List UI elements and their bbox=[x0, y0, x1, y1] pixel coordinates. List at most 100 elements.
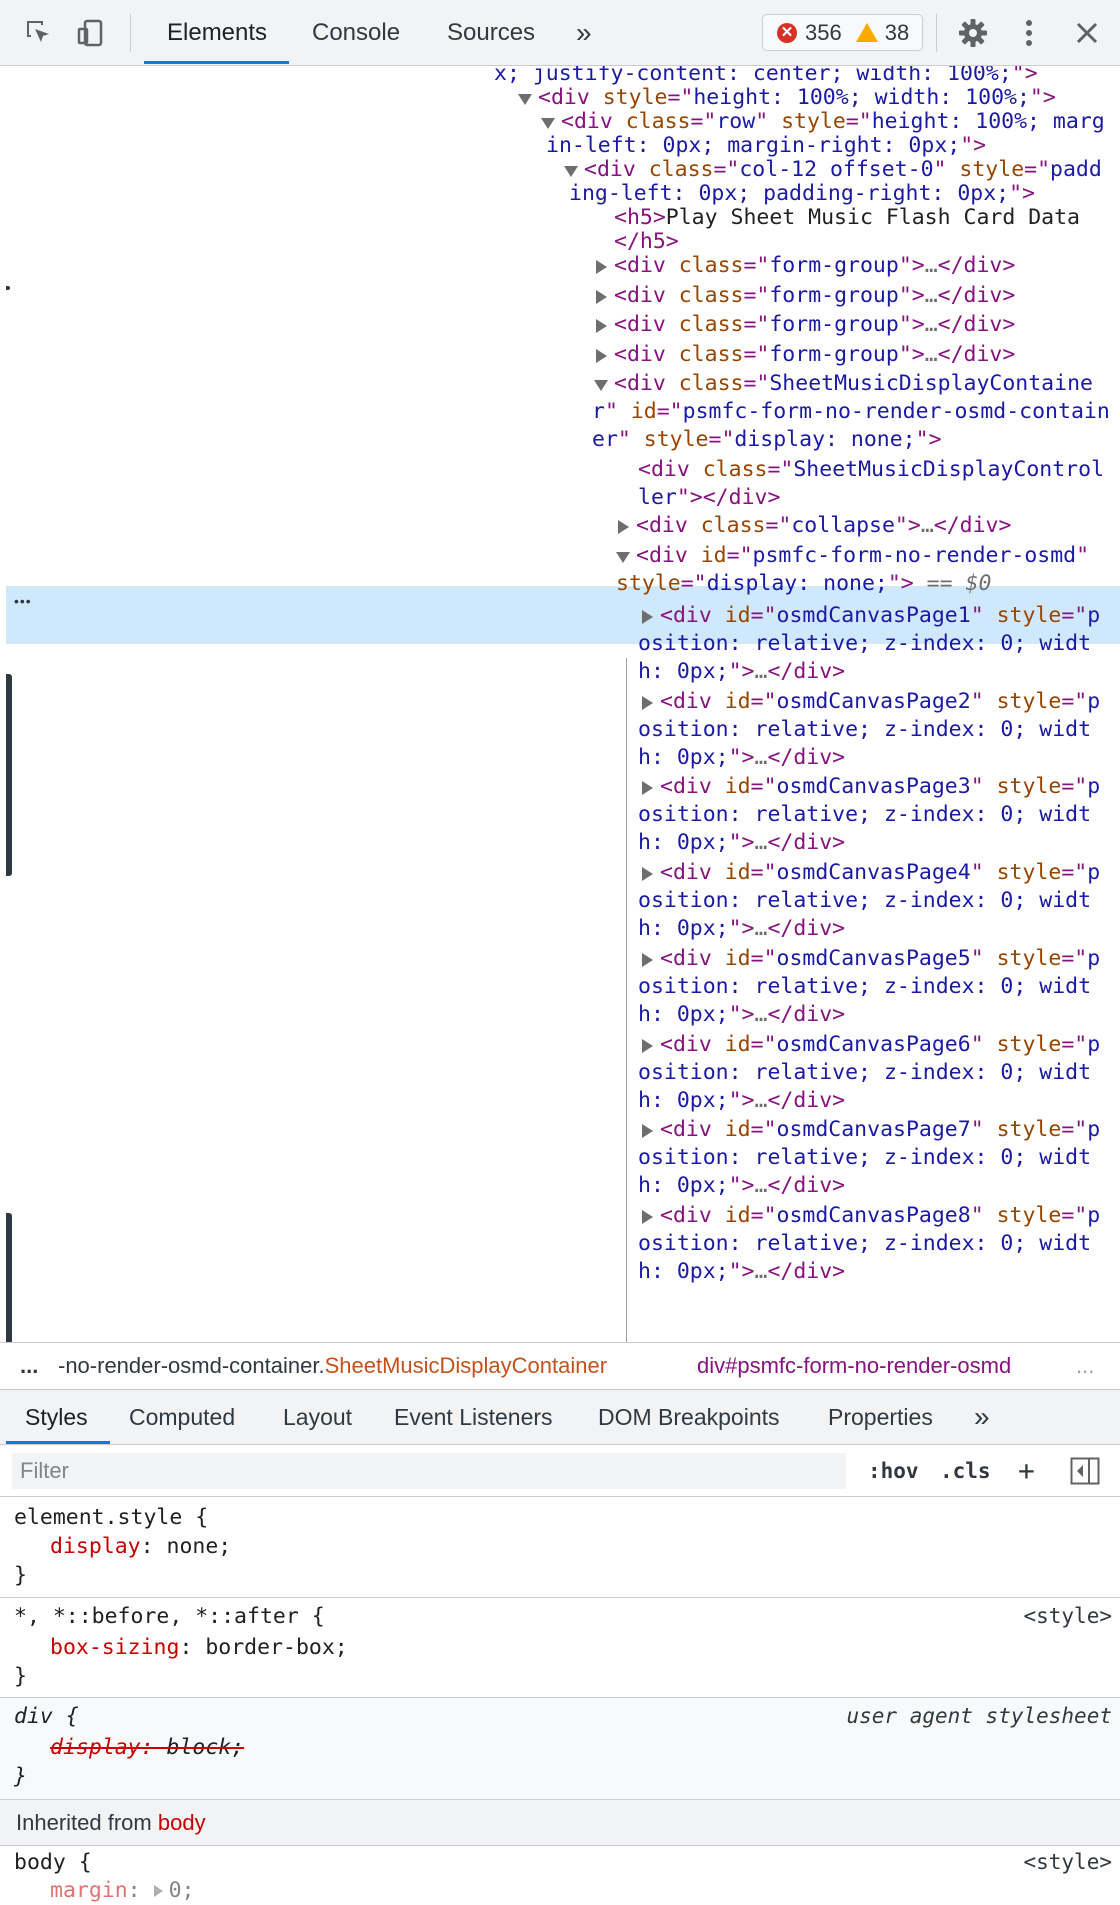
dom-node-line[interactable]: <div id="osmdCanvasPage1" style="p bbox=[6, 602, 1120, 631]
rule-source-link[interactable]: <style> bbox=[1023, 1848, 1112, 1877]
dom-node-line[interactable]: h: 0px;">…</div> bbox=[6, 744, 1120, 773]
inspect-icon[interactable] bbox=[20, 14, 58, 52]
dom-node-line[interactable]: <div id="osmdCanvasPage3" style="p bbox=[6, 773, 1120, 802]
dom-node-line[interactable]: r" id="psmfc-form-no-render-osmd-contain bbox=[6, 398, 1120, 427]
expand-arrow-icon[interactable] bbox=[642, 781, 653, 795]
tab-layout[interactable]: Layout bbox=[283, 1390, 352, 1444]
tab-event-listeners[interactable]: Event Listeners bbox=[394, 1390, 553, 1444]
style-rule-element[interactable]: element.style { display: none; } bbox=[0, 1497, 1120, 1598]
style-rule-user-agent[interactable]: div { user agent stylesheet display: blo… bbox=[0, 1698, 1120, 1800]
dom-node-line[interactable]: h: 0px;">…</div> bbox=[6, 1258, 1120, 1287]
expand-arrow-icon[interactable] bbox=[153, 1885, 163, 1897]
dom-node-line[interactable]: <div class="form-group">…</div> bbox=[6, 282, 1120, 311]
dom-node-line[interactable]: osition: relative; z-index: 0; widt bbox=[6, 973, 1120, 1002]
dom-node-line[interactable]: osition: relative; z-index: 0; widt bbox=[6, 1059, 1120, 1088]
dom-node-line[interactable]: h: 0px;">…</div> bbox=[6, 1087, 1120, 1116]
collapse-arrow-icon[interactable] bbox=[541, 118, 555, 129]
dom-node-line[interactable]: <div class="form-group">…</div> bbox=[6, 252, 1120, 281]
expand-arrow-icon[interactable] bbox=[642, 610, 653, 624]
expand-arrow-icon[interactable] bbox=[596, 290, 607, 304]
collapse-arrow-icon[interactable] bbox=[616, 552, 630, 563]
dom-node-line[interactable]: style="display: none;"> == $0 bbox=[6, 570, 1120, 599]
tab-sources[interactable]: Sources bbox=[447, 0, 535, 65]
dom-node-line[interactable]: osition: relative; z-index: 0; widt bbox=[6, 716, 1120, 745]
style-property-overridden[interactable]: display: block; bbox=[50, 1733, 244, 1762]
dom-node-line[interactable]: <div id="osmdCanvasPage5" style="p bbox=[6, 945, 1120, 974]
dom-node-line[interactable]: <div class="form-group">…</div> bbox=[6, 311, 1120, 340]
tab-styles[interactable]: Styles bbox=[25, 1390, 88, 1444]
breadcrumb-item-container[interactable]: -no-render-osmd-container.SheetMusicDisp… bbox=[58, 1343, 607, 1389]
expand-arrow-icon[interactable] bbox=[642, 696, 653, 710]
dom-tree[interactable]: ••• x; justify-content: center; width: 10… bbox=[0, 66, 1120, 1342]
style-rule-universal[interactable]: *, *::before, *::after { <style> box-siz… bbox=[0, 1598, 1120, 1698]
hover-state-toggle[interactable]: :hov bbox=[868, 1453, 919, 1489]
close-icon[interactable] bbox=[1068, 14, 1106, 52]
expand-arrow-icon[interactable] bbox=[642, 1210, 653, 1224]
dom-node-line[interactable]: osition: relative; z-index: 0; widt bbox=[6, 1230, 1120, 1259]
style-property[interactable]: display: none; bbox=[50, 1532, 231, 1561]
tab-properties[interactable]: Properties bbox=[828, 1390, 933, 1444]
dom-token: id bbox=[724, 1117, 751, 1142]
collapse-arrow-icon[interactable] bbox=[564, 166, 578, 177]
rule-source-link[interactable]: <style> bbox=[1023, 1602, 1112, 1631]
dom-node-line[interactable]: <div class="SheetMusicDisplayContaine bbox=[6, 370, 1120, 399]
tab-console[interactable]: Console bbox=[312, 0, 400, 65]
dom-token: p bbox=[1087, 1032, 1101, 1057]
settings-gear-icon[interactable] bbox=[954, 14, 992, 52]
expand-arrow-icon[interactable] bbox=[642, 1039, 653, 1053]
kebab-menu-icon[interactable] bbox=[1010, 14, 1048, 52]
dom-token: form-group bbox=[769, 342, 899, 367]
more-tabs-button[interactable]: » bbox=[576, 0, 592, 65]
class-toggle[interactable]: .cls bbox=[940, 1453, 991, 1489]
toggle-sidebar-icon[interactable] bbox=[1070, 1457, 1100, 1490]
dom-node-line[interactable]: <div id="osmdCanvasPage8" style="p bbox=[6, 1202, 1120, 1231]
breadcrumb-scroll-right[interactable]: ... bbox=[1076, 1343, 1094, 1389]
dom-node-line[interactable]: <div class="form-group">…</div> bbox=[6, 341, 1120, 370]
dom-node-line[interactable]: osition: relative; z-index: 0; widt bbox=[6, 887, 1120, 916]
dom-node-line[interactable]: <div id="osmdCanvasPage6" style="p bbox=[6, 1031, 1120, 1060]
dom-node-line[interactable]: <div id="psmfc-form-no-render-osmd" bbox=[6, 542, 1120, 571]
dom-node-line[interactable]: <div id="osmdCanvasPage2" style="p bbox=[6, 688, 1120, 717]
inherited-from-link[interactable]: body bbox=[158, 1810, 206, 1835]
dom-node-line[interactable]: ler"></div> bbox=[6, 484, 1120, 513]
dom-node-line[interactable]: <div class="SheetMusicDisplayControl bbox=[6, 456, 1120, 485]
collapse-arrow-icon[interactable] bbox=[594, 380, 608, 391]
dom-token: class bbox=[702, 457, 768, 482]
dom-token: osition: relative; z-index: 0; widt bbox=[638, 1060, 1092, 1085]
device-toggle-icon[interactable] bbox=[72, 14, 110, 52]
collapse-arrow-icon[interactable] bbox=[518, 94, 532, 105]
expand-arrow-icon[interactable] bbox=[642, 1124, 653, 1138]
dom-node-line[interactable]: osition: relative; z-index: 0; widt bbox=[6, 1144, 1120, 1173]
expand-arrow-icon[interactable] bbox=[596, 349, 607, 363]
dom-node-line[interactable]: h: 0px;">…</div> bbox=[6, 915, 1120, 944]
dom-token: osition: relative; z-index: 0; widt bbox=[638, 1231, 1092, 1256]
tab-computed[interactable]: Computed bbox=[129, 1390, 235, 1444]
tab-dom-breakpoints[interactable]: DOM Breakpoints bbox=[598, 1390, 780, 1444]
style-property[interactable]: box-sizing: border-box; bbox=[50, 1633, 348, 1662]
tab-elements[interactable]: Elements bbox=[167, 0, 267, 65]
breadcrumb-scroll-left[interactable]: ... bbox=[20, 1343, 38, 1389]
new-style-rule-button[interactable]: + bbox=[1018, 1453, 1035, 1489]
dom-node-line[interactable]: <div id="osmdCanvasPage7" style="p bbox=[6, 1116, 1120, 1145]
dom-node-line[interactable]: <div class="collapse">…</div> bbox=[6, 512, 1120, 541]
expand-arrow-icon[interactable] bbox=[642, 953, 653, 967]
style-rule-body[interactable]: body { <style> margin: 0; bbox=[0, 1846, 1120, 1904]
dom-node-line[interactable]: h: 0px;">…</div> bbox=[6, 829, 1120, 858]
dom-node-line[interactable]: osition: relative; z-index: 0; widt bbox=[6, 801, 1120, 830]
dom-node-line[interactable]: h: 0px;">…</div> bbox=[6, 1001, 1120, 1030]
expand-arrow-icon[interactable] bbox=[596, 260, 607, 274]
dom-node-line[interactable]: osition: relative; z-index: 0; widt bbox=[6, 630, 1120, 659]
style-property[interactable]: margin: 0; bbox=[50, 1876, 194, 1905]
filter-input[interactable] bbox=[12, 1453, 846, 1489]
dom-node-line[interactable]: h: 0px;">…</div> bbox=[6, 658, 1120, 687]
dom-node-line[interactable]: <div id="osmdCanvasPage4" style="p bbox=[6, 859, 1120, 888]
expand-arrow-icon[interactable] bbox=[618, 520, 629, 534]
breadcrumb-item-selected[interactable]: div#psmfc-form-no-render-osmd bbox=[697, 1343, 1011, 1389]
dom-token: " bbox=[970, 603, 997, 628]
more-tabs-button[interactable]: » bbox=[974, 1390, 990, 1444]
expand-arrow-icon[interactable] bbox=[596, 319, 607, 333]
dom-node-line[interactable]: er" style="display: none;"> bbox=[6, 426, 1120, 455]
expand-arrow-icon[interactable] bbox=[642, 867, 653, 881]
issues-counter[interactable]: ✕ 356 38 bbox=[762, 14, 923, 51]
dom-node-line[interactable]: h: 0px;">…</div> bbox=[6, 1172, 1120, 1201]
